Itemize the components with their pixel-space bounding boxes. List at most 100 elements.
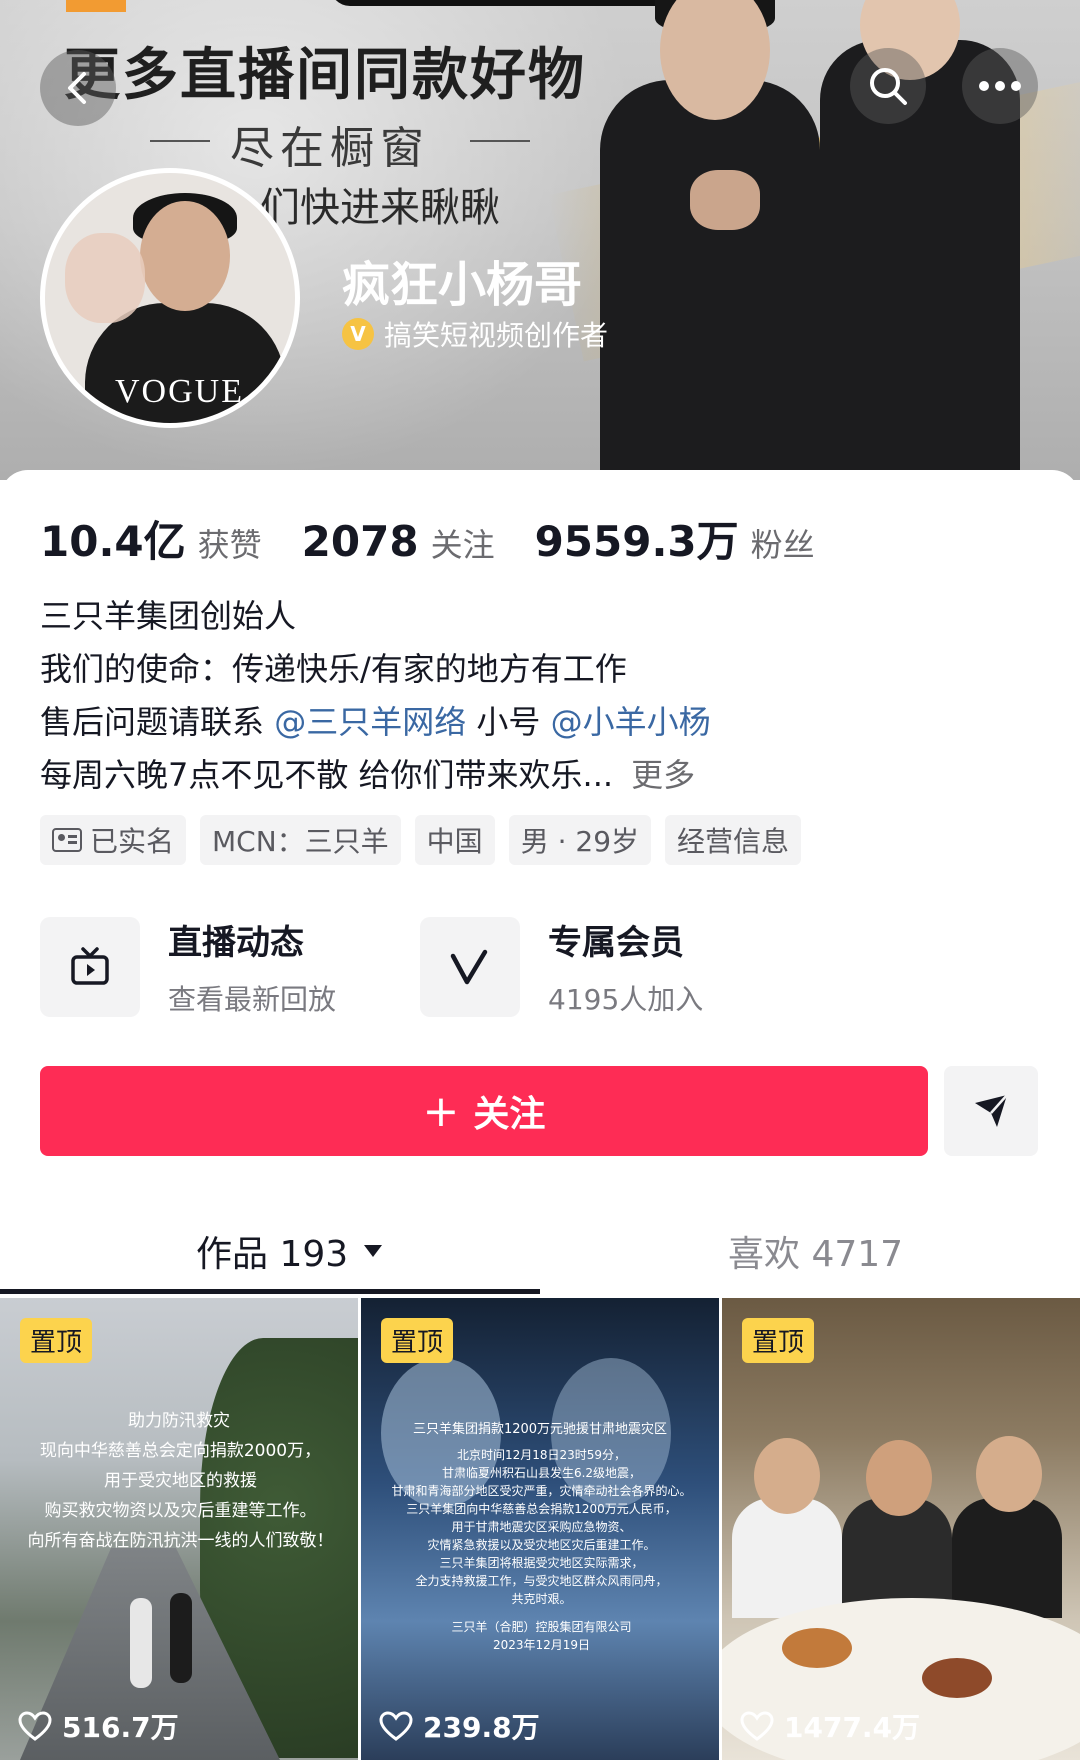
profile-tags: 已实名 MCN：三只羊 中国 男 · 29岁 经营信息 [40, 815, 802, 865]
stat-following-label: 关注 [430, 526, 495, 564]
share-button[interactable] [944, 1066, 1038, 1156]
tag-verified[interactable]: 已实名 [40, 815, 187, 865]
video-2-line: 共克时艰。 [511, 1592, 572, 1606]
follow-button-label: 关注 [473, 1094, 546, 1135]
tag-verified-label: 已实名 [90, 825, 175, 858]
video-2-line: 灾情紧急救援以及受灾地区灾后重建工作。 [427, 1538, 656, 1552]
video-thumbnail-1[interactable]: 置顶 助力防汛救灾 现向中华慈善总会定向捐款2000万， 用于受灾地区的救援 购… [0, 1298, 358, 1760]
chevron-left-icon [68, 72, 86, 104]
bio-line-2: 我们的使命：传递快乐/有家的地方有工作 [40, 650, 627, 688]
bio-more-link[interactable]: 更多 [631, 756, 695, 794]
exclusive-member-count: 4195人加入 [548, 983, 704, 1016]
video-2-line: 全力支持救援工作，与受灾地区群众风雨同舟， [415, 1574, 668, 1588]
back-button[interactable] [40, 50, 116, 126]
video-3-like-count: 1477.4万 [784, 1711, 921, 1744]
follow-button[interactable]: + 关注 [40, 1066, 928, 1156]
mention-link-2[interactable]: @小羊小杨 [551, 703, 711, 741]
thumbnail-dish [782, 1628, 852, 1668]
video-thumbnail-3[interactable]: 置顶 1477.4万 [722, 1298, 1080, 1760]
banner-subtitle-2: 们快进来瞅瞅 [260, 185, 500, 231]
video-1-like-count: 516.7万 [62, 1711, 179, 1744]
stat-following-value: 2078 [301, 517, 419, 566]
thumbnail-person [732, 1498, 842, 1618]
video-1-likes: 516.7万 [18, 1706, 179, 1746]
video-thumbnail-2[interactable]: 置顶 三只羊集团捐款1200万元驰援甘肃地震灾区 北京时间12月18日23时59… [361, 1298, 719, 1760]
content-tabs: 作品 193 喜欢 4717 [0, 1205, 1080, 1295]
banner-person-left [600, 80, 820, 480]
live-updates-subtitle: 查看最新回放 [168, 983, 337, 1016]
thumbnail-person [952, 1498, 1062, 1618]
stat-following[interactable]: 2078 关注 [302, 517, 495, 566]
stat-followers[interactable]: 9559.3万 粉丝 [535, 508, 815, 569]
pinned-badge: 置顶 [381, 1318, 454, 1363]
stat-followers-value: 9559.3万 [534, 517, 739, 566]
avatar-hand [65, 233, 145, 323]
live-updates-title: 直播动态 [168, 923, 304, 963]
search-button[interactable] [850, 48, 926, 124]
id-card-icon [52, 828, 82, 852]
status-indicator [66, 0, 126, 12]
video-2-line: 用于甘肃地震灾区采购应急物资、 [451, 1520, 632, 1534]
video-2-line: 甘肃临夏州积石山县发生6.2级地震， [441, 1466, 642, 1480]
stat-likes-value: 10.4亿 [40, 517, 186, 566]
banner-title: 更多直播间同款好物 [64, 43, 586, 108]
tab-likes[interactable]: 喜欢 4717 [728, 1225, 903, 1277]
bio-line-3-mid: 小号 [476, 703, 541, 741]
video-2-line: 三只羊集团将根据受灾地区实际需求， [439, 1556, 644, 1570]
profile-nickname: 疯狂小杨哥 [342, 257, 583, 313]
thumbnail-person [976, 1436, 1042, 1512]
bio-line-1: 三只羊集团创始人 [40, 597, 297, 635]
tag-business-info[interactable]: 经营信息 [665, 815, 802, 865]
banner-sub-divider-right [470, 140, 530, 142]
banner-subtitle: 尽在橱窗 [230, 123, 430, 174]
verified-badge-icon: V [342, 318, 374, 350]
verification-row: V 搞笑短视频创作者 [342, 314, 608, 354]
device-notch [330, 0, 680, 6]
bio-line-3: 售后问题请联系 @三只羊网络 小号 @小羊小杨 [40, 696, 711, 749]
heart-icon [18, 1711, 52, 1741]
video-2-title: 三只羊集团捐款1200万元驰援甘肃地震灾区 [412, 1422, 668, 1437]
video-2-line: 甘肃和青海部分地区受灾严重，灾情牵动社会各界的心。 [391, 1484, 692, 1498]
thumbnail-person [170, 1593, 192, 1683]
banner-sub-divider-left [150, 140, 210, 142]
video-1-body: 现向中华慈善总会定向捐款2000万， 用于受灾地区的救援 购买救灾物资以及灾后重… [8, 1436, 353, 1556]
plus-icon: + [422, 1085, 460, 1137]
bio-line-4-text: 每周六晚7点不见不散 给你们带来欢乐... [40, 756, 614, 794]
video-1-line: 购买救灾物资以及灾后重建等工作。 [44, 1501, 317, 1521]
verification-text: 搞笑短视频创作者 [384, 319, 609, 352]
mention-link-1[interactable]: @三只羊网络 [274, 703, 466, 741]
stat-likes[interactable]: 10.4亿 获赞 [40, 508, 262, 569]
tag-gender-age[interactable]: 男 · 29岁 [508, 815, 652, 865]
video-2-body: 北京时间12月18日23时59分， 甘肃临夏州积石山县发生6.2级地震， 甘肃和… [369, 1446, 714, 1654]
exclusive-member-entry[interactable]: 专属会员 4195人加入 [420, 915, 703, 1018]
stat-likes-label: 获赞 [197, 526, 262, 564]
bio: 三只羊集团创始人 我们的使命：传递快乐/有家的地方有工作 售后问题请联系 @三只… [40, 590, 711, 802]
heart-icon [740, 1711, 774, 1741]
ellipsis-icon [979, 81, 1021, 91]
send-icon [975, 1094, 1008, 1127]
thumbnail-dish [922, 1658, 992, 1698]
bio-line-4: 每周六晚7点不见不散 给你们带来欢乐... 更多 [40, 749, 711, 802]
bio-line-3-prefix: 售后问题请联系 [40, 703, 265, 741]
pinned-badge: 置顶 [742, 1318, 815, 1363]
live-updates-entry[interactable]: 直播动态 查看最新回放 [40, 915, 336, 1018]
tab-works[interactable]: 作品 193 [196, 1225, 384, 1277]
tab-works-label: 作品 193 [196, 1234, 349, 1275]
more-options-button[interactable] [962, 48, 1038, 124]
pinned-badge: 置顶 [20, 1318, 93, 1363]
video-2-likes: 239.8万 [379, 1706, 540, 1746]
caret-down-icon [364, 1245, 383, 1257]
thumbnail-group-photo [732, 1418, 1072, 1618]
stats-row: 10.4亿 获赞 2078 关注 9559.3万 粉丝 [40, 508, 855, 569]
video-3-likes: 1477.4万 [740, 1706, 920, 1746]
video-1-title: 助力防汛救灾 [128, 1411, 230, 1431]
tag-mcn[interactable]: MCN：三只羊 [200, 815, 401, 865]
tag-region[interactable]: 中国 [414, 815, 495, 865]
video-2-line: 北京时间12月18日23时59分， [456, 1448, 627, 1462]
avatar[interactable]: VOGUE [40, 168, 300, 428]
tv-icon-tile [40, 916, 140, 1017]
profile-banner: 更多直播间同款好物 尽在橱窗 们快进来瞅瞅 VOGUE 疯狂小杨哥 V 搞笑短视… [0, 0, 1080, 480]
video-1-line: 现向中华慈善总会定向捐款2000万， [39, 1441, 322, 1461]
member-icon-tile [420, 916, 520, 1017]
video-2-like-count: 239.8万 [423, 1711, 540, 1744]
